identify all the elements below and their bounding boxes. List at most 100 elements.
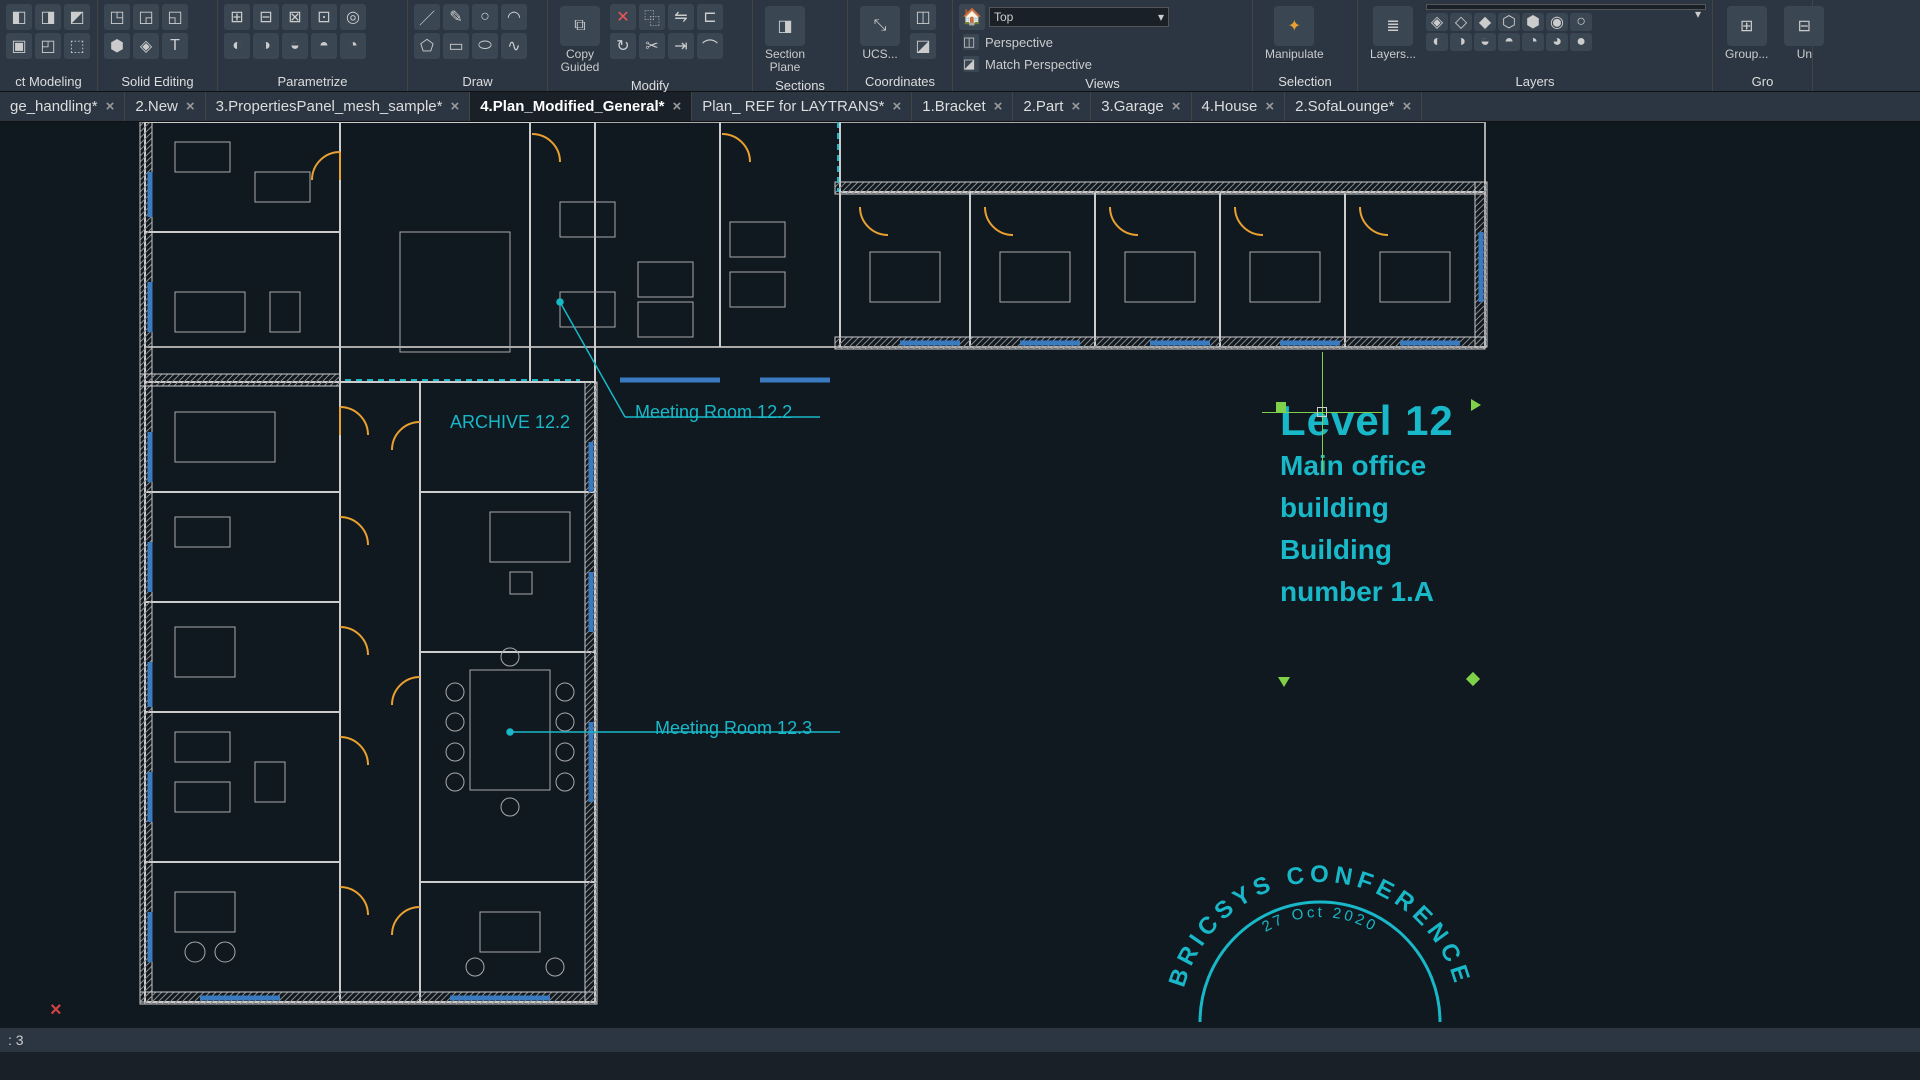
manipulate-button[interactable]: ✦ Manipulate — [1259, 4, 1330, 72]
layer-tool-10[interactable]: ◒ — [1474, 33, 1496, 51]
layer-tool-9[interactable]: ◑ — [1450, 33, 1472, 51]
close-icon[interactable]: × — [1071, 98, 1080, 115]
rect-icon[interactable]: ▭ — [443, 33, 469, 59]
tab-7[interactable]: 3.Garage× — [1091, 92, 1191, 121]
se-tool-1[interactable]: ◳ — [104, 4, 130, 30]
tab-9[interactable]: 2.SofaLounge*× — [1285, 92, 1422, 121]
dm-tool-3[interactable]: ◩ — [64, 4, 90, 30]
mirror-icon[interactable]: ⇋ — [668, 4, 694, 30]
close-icon[interactable]: × — [672, 98, 681, 115]
polyline-icon[interactable]: ✎ — [443, 4, 469, 30]
layer-tool-7[interactable]: ○ — [1570, 13, 1592, 31]
selection-arrow-down[interactable] — [1278, 677, 1290, 687]
close-icon[interactable]: × — [893, 98, 902, 115]
ungroup-button[interactable]: ⊟ Un — [1778, 4, 1830, 72]
perspective-button[interactable]: ◫Perspective — [959, 32, 1246, 52]
line-icon[interactable]: ／ — [414, 4, 440, 30]
pm-tool-10[interactable]: ◔ — [340, 33, 366, 59]
title-level: Level 12 — [1280, 397, 1454, 445]
se-tool-5[interactable]: ◈ — [133, 33, 159, 59]
tab-5[interactable]: 1.Bracket× — [912, 92, 1013, 121]
close-icon[interactable]: × — [186, 98, 195, 115]
layers-button[interactable]: ≣ Layers... — [1364, 4, 1422, 72]
se-tool-4[interactable]: ⬢ — [104, 33, 130, 59]
close-icon[interactable]: × — [1172, 98, 1181, 115]
spline-icon[interactable]: ∿ — [501, 33, 527, 59]
pm-tool-5[interactable]: ◎ — [340, 4, 366, 30]
coord-tool-1[interactable]: ◫ — [910, 4, 936, 30]
offset-icon[interactable]: ⊏ — [697, 4, 723, 30]
tab-1[interactable]: 2.New× — [125, 92, 205, 121]
arc-icon[interactable]: ◠ — [501, 4, 527, 30]
erase-icon[interactable]: ✕ — [610, 4, 636, 30]
dm-tool-1[interactable]: ◧ — [6, 4, 32, 30]
close-icon[interactable]: × — [1402, 98, 1411, 115]
pm-tool-7[interactable]: ◑ — [253, 33, 279, 59]
layer-tool-12[interactable]: ◔ — [1522, 33, 1544, 51]
tab-label: ge_handling* — [10, 98, 98, 115]
se-tool-3[interactable]: ◱ — [162, 4, 188, 30]
se-tool-2[interactable]: ◲ — [133, 4, 159, 30]
tab-2[interactable]: 3.PropertiesPanel_mesh_sample*× — [206, 92, 471, 121]
pm-tool-4[interactable]: ⊡ — [311, 4, 337, 30]
rotate-icon[interactable]: ↻ — [610, 33, 636, 59]
meeting-122-label: Meeting Room 12.2 — [635, 402, 792, 423]
dm-tool-2[interactable]: ◨ — [35, 4, 61, 30]
section-plane-button[interactable]: ◨ Section Plane — [759, 4, 811, 76]
panel-parametrize: ⊞ ⊟ ⊠ ⊡ ◎ ◐ ◑ ◒ ◓ ◔ Parametrize — [218, 0, 408, 91]
ucs-button[interactable]: ⤡ UCS... — [854, 4, 906, 72]
ellipse-icon[interactable]: ⬭ — [472, 33, 498, 59]
layer-tool-3[interactable]: ◆ — [1474, 13, 1496, 31]
title-block[interactable]: Level 12 Main office building Building n… — [1280, 397, 1454, 613]
pm-tool-9[interactable]: ◓ — [311, 33, 337, 59]
tab-0[interactable]: ge_handling* × — [0, 92, 125, 121]
pm-tool-6[interactable]: ◐ — [224, 33, 250, 59]
pm-tool-3[interactable]: ⊠ — [282, 4, 308, 30]
extend-icon[interactable]: ⇥ — [668, 33, 694, 59]
layer-tool-2[interactable]: ◇ — [1450, 13, 1472, 31]
tab-6[interactable]: 2.Part× — [1013, 92, 1091, 121]
dm-tool-5[interactable]: ◰ — [35, 33, 61, 59]
command-close[interactable]: × — [50, 999, 62, 1022]
view-dropdown[interactable]: Top — [989, 7, 1169, 27]
layer-tool-5[interactable]: ⬢ — [1522, 13, 1544, 31]
close-icon[interactable]: × — [994, 98, 1003, 115]
title-line2: building — [1280, 487, 1454, 529]
layer-dropdown[interactable] — [1426, 4, 1706, 10]
dm-tool-4[interactable]: ▣ — [6, 33, 32, 59]
fillet-icon[interactable]: ⌒ — [697, 33, 723, 59]
pm-tool-2[interactable]: ⊟ — [253, 4, 279, 30]
tab-label: Plan_ REF for LAYTRANS* — [702, 98, 884, 115]
pm-tool-1[interactable]: ⊞ — [224, 4, 250, 30]
layer-tool-11[interactable]: ◓ — [1498, 33, 1520, 51]
layer-tool-14[interactable]: ● — [1570, 33, 1592, 51]
copy-guided-button[interactable]: ⧉ Copy Guided — [554, 4, 606, 76]
pm-tool-8[interactable]: ◒ — [282, 33, 308, 59]
close-icon[interactable]: × — [1265, 98, 1274, 115]
panel-draw: ／ ✎ ○ ◠ ⬠ ▭ ⬭ ∿ Draw — [408, 0, 548, 91]
close-icon[interactable]: × — [106, 98, 115, 115]
group-button[interactable]: ⊞ Group... — [1719, 4, 1774, 72]
tab-8[interactable]: 4.House× — [1192, 92, 1286, 121]
dm-tool-6[interactable]: ⬚ — [64, 33, 90, 59]
tab-4[interactable]: Plan_ REF for LAYTRANS* × — [692, 92, 912, 121]
layer-tool-6[interactable]: ◉ — [1546, 13, 1568, 31]
layer-tool-13[interactable]: ◕ — [1546, 33, 1568, 51]
drawing-canvas[interactable]: ARCHIVE 12.2 Meeting Room 12.2 Meeting R… — [0, 122, 1920, 1052]
selection-arrow-right[interactable] — [1471, 399, 1481, 411]
view-icon[interactable]: 🏠 — [959, 4, 985, 30]
selection-grip[interactable] — [1276, 402, 1286, 412]
copy-icon[interactable]: ⿻ — [639, 4, 665, 30]
polygon-icon[interactable]: ⬠ — [414, 33, 440, 59]
ucs-label: UCS... — [862, 48, 897, 61]
close-icon[interactable]: × — [450, 98, 459, 115]
trim-icon[interactable]: ✂ — [639, 33, 665, 59]
coord-tool-2[interactable]: ◪ — [910, 33, 936, 59]
layer-tool-8[interactable]: ◐ — [1426, 33, 1448, 51]
se-tool-6[interactable]: T — [162, 33, 188, 59]
tab-3[interactable]: 4.Plan_Modified_General*× — [470, 92, 692, 121]
layer-tool-1[interactable]: ◈ — [1426, 13, 1448, 31]
circle-icon[interactable]: ○ — [472, 4, 498, 30]
match-perspective-button[interactable]: ◪Match Perspective — [959, 54, 1246, 74]
layer-tool-4[interactable]: ⬡ — [1498, 13, 1520, 31]
